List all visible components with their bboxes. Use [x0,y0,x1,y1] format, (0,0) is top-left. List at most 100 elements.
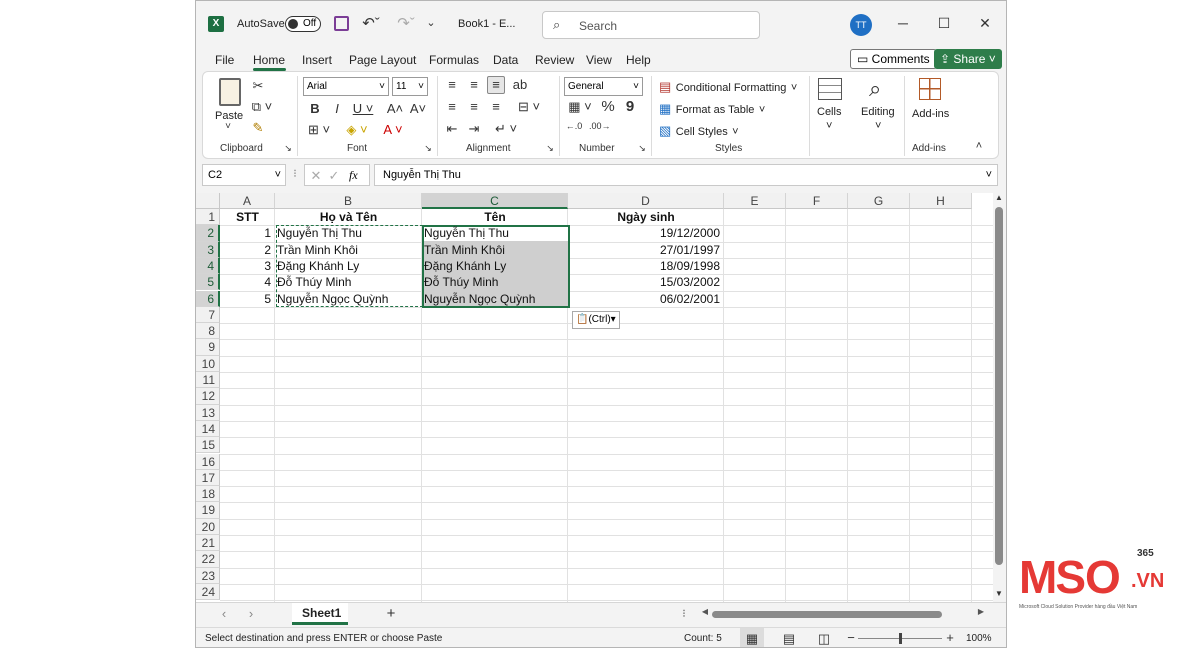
data-cell[interactable]: 2 [222,242,273,258]
comma-style-icon[interactable]: 9 [623,98,637,115]
collapse-ribbon-icon[interactable]: ˄ [973,140,985,152]
row-header-15[interactable]: 15 [196,437,220,454]
header-cell[interactable]: STT [222,209,273,225]
column-header-h[interactable]: H [910,193,972,209]
number-launcher-icon[interactable]: ↘ [637,143,647,154]
cells-button[interactable]: Cells ˅ [815,76,845,146]
row-header-10[interactable]: 10 [196,355,220,372]
zoom-level[interactable]: 100% [966,633,992,644]
increase-indent-icon[interactable]: ⇥ [467,121,481,137]
save-icon[interactable] [334,16,349,31]
tab-home[interactable]: Home [253,53,285,67]
comments-button[interactable]: ▭ Comments [850,49,937,69]
orientation-icon[interactable]: ab [512,77,528,92]
zoom-out-icon[interactable]: − [846,630,856,645]
row-header-19[interactable]: 19 [196,502,220,519]
zoom-slider-thumb[interactable] [899,633,902,644]
vertical-scroll-thumb[interactable] [995,207,1003,565]
format-painter-icon[interactable]: ✎ [251,120,265,136]
cancel-icon[interactable]: ✕ [309,168,323,184]
close-button[interactable]: ✕ [975,15,995,32]
user-avatar[interactable]: TT [850,14,872,36]
data-cell[interactable]: 1 [222,225,273,241]
row-header-1[interactable]: 1 [196,209,220,226]
data-cell[interactable]: Đỗ Thúy Minh [277,274,420,290]
header-cell[interactable]: Họ và Tên [277,209,420,225]
row-header-8[interactable]: 8 [196,323,220,340]
autosave-toggle[interactable]: Off [285,16,321,32]
scroll-left-icon[interactable]: ◀ [700,607,710,616]
data-cell[interactable]: 15/03/2002 [570,274,722,290]
percent-style-icon[interactable]: % [601,98,615,115]
column-header-g[interactable]: G [848,193,910,209]
more-options-icon[interactable]: ⁝ [291,167,299,180]
scroll-right-icon[interactable]: ▶ [976,607,986,616]
row-header-2[interactable]: 2 [196,225,220,242]
merge-center-icon[interactable]: ⊟ ˅ [511,99,547,115]
prev-sheet-icon[interactable]: ‹ [218,606,230,621]
column-header-a[interactable]: A [220,193,275,209]
share-button[interactable]: ⇪ Share ˅ [934,49,1002,69]
data-cell[interactable]: 19/12/2000 [570,225,722,241]
next-sheet-icon[interactable]: › [245,606,257,621]
data-cell[interactable]: 5 [222,291,273,307]
data-cell[interactable]: 18/09/1998 [570,258,722,274]
data-cell[interactable]: Đặng Khánh Ly [424,258,566,274]
align-right-icon[interactable]: ≡ [489,99,503,114]
paste-icon[interactable] [219,78,241,106]
data-cell[interactable]: 27/01/1997 [570,242,722,258]
customize-qat-icon[interactable]: ⌄ [425,16,437,29]
column-header-e[interactable]: E [724,193,786,209]
font-name-combo[interactable]: Arial ˅ [303,77,389,96]
data-cell[interactable]: Trần Minh Khôi [277,242,420,258]
data-cell[interactable]: 06/02/2001 [570,291,722,307]
sheet-tab-sheet1[interactable]: Sheet1 [292,603,348,625]
underline-icon[interactable]: U ˅ [351,101,375,116]
fill-color-icon[interactable]: ◈ ˅ [343,122,371,138]
row-header-5[interactable]: 5 [196,274,220,291]
tab-view[interactable]: View [586,53,612,67]
more-options-icon[interactable]: ⁝ [680,607,688,620]
data-cell[interactable]: Đỗ Thúy Minh [424,274,566,290]
header-cell[interactable]: Ngày sinh [570,209,722,225]
row-header-4[interactable]: 4 [196,257,220,275]
borders-icon[interactable]: ⊞ ˅ [305,122,333,138]
minimize-button[interactable]: ─ [893,15,913,31]
row-header-7[interactable]: 7 [196,306,220,324]
conditional-formatting-button[interactable]: ▤ Conditional Formatting ˅ [659,78,797,96]
scroll-up-icon[interactable]: ▲ [994,193,1004,202]
cut-icon[interactable]: ✂ [251,78,265,94]
undo-icon[interactable]: ↶ˇ [356,14,386,32]
row-header-9[interactable]: 9 [196,339,220,356]
column-header-b[interactable]: B [275,193,422,209]
row-header-22[interactable]: 22 [196,551,220,568]
tab-file[interactable]: File [215,53,234,67]
clipboard-launcher-icon[interactable]: ↘ [283,143,293,154]
decrease-font-icon[interactable]: A˅ [409,101,427,116]
page-layout-view-icon[interactable]: ▤ [782,631,796,647]
data-cell[interactable]: Nguyễn Thị Thu [424,225,566,241]
row-header-20[interactable]: 20 [196,518,220,535]
tab-formulas[interactable]: Formulas [429,53,479,67]
redo-icon[interactable]: ↷ˇ [391,14,421,32]
data-cell[interactable]: Nguyễn Thị Thu [277,225,420,241]
enter-icon[interactable]: ✓ [327,168,341,184]
horizontal-scroll-thumb[interactable] [712,611,942,618]
font-size-combo[interactable]: 11 ˅ [392,77,428,96]
excel-icon[interactable]: X [208,16,224,32]
data-cell[interactable]: Đặng Khánh Ly [277,258,420,274]
font-color-icon[interactable]: A ˅ [379,122,407,137]
row-header-16[interactable]: 16 [196,453,220,470]
column-header-f[interactable]: F [786,193,848,209]
number-format-combo[interactable]: General ˅ [564,77,643,96]
addins-button[interactable]: Add-ins [910,76,954,146]
decrease-indent-icon[interactable]: ⇤ [445,121,459,137]
alignment-launcher-icon[interactable]: ↘ [545,143,555,154]
tab-insert[interactable]: Insert [302,53,332,67]
zoom-slider[interactable] [858,633,942,644]
row-header-12[interactable]: 12 [196,388,220,405]
row-header-11[interactable]: 11 [196,372,220,389]
row-header-18[interactable]: 18 [196,486,220,503]
font-launcher-icon[interactable]: ↘ [423,143,433,154]
row-header-13[interactable]: 13 [196,404,220,421]
